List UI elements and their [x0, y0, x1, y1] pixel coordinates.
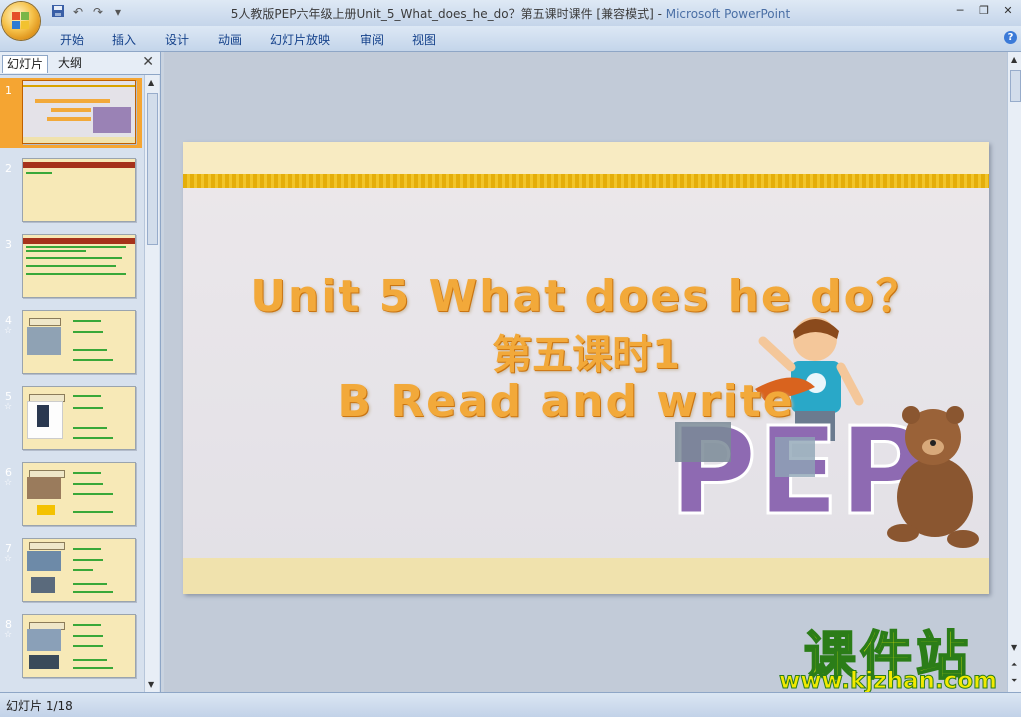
thumbnail-image	[22, 234, 136, 298]
slide-number: 3	[5, 238, 12, 251]
tab-view[interactable]: 视图	[412, 31, 436, 48]
animation-star-icon: ☆	[4, 478, 13, 488]
editor-scrollbar[interactable]: ▲ ▼ ⏶ ⏷	[1007, 52, 1021, 692]
scroll-up-icon[interactable]: ▲	[148, 78, 154, 87]
scroll-thumb[interactable]	[1010, 70, 1021, 102]
slide-thumbnail[interactable]: 3	[0, 232, 142, 302]
thumbnail-image	[22, 80, 136, 144]
tab-outline[interactable]: 大纲	[54, 55, 86, 72]
slide-title-line3[interactable]: B Read and write	[183, 376, 969, 427]
document-title: 5人教版PEP六年级上册Unit_5_What_does_he_do？第五课时课…	[230, 7, 654, 21]
tab-animations[interactable]: 动画	[218, 31, 242, 48]
slide-stripe	[183, 174, 989, 188]
help-icon[interactable]: ?	[1004, 31, 1017, 44]
thumbnail-list: 1 2 3 4 ☆ 5 ☆ 6 ☆ 7 ☆ 8 ☆	[0, 75, 144, 692]
thumbnail-image	[22, 614, 136, 678]
scroll-thumb[interactable]	[147, 93, 158, 245]
tab-slideshow[interactable]: 幻灯片放映	[270, 31, 330, 48]
close-icon[interactable]: ✕	[999, 3, 1017, 19]
tab-insert[interactable]: 插入	[112, 31, 136, 48]
slide-canvas[interactable]: PEP Unit 5 What does he do？ 第五课时1 B Read…	[183, 142, 989, 594]
title-separator: -	[653, 7, 666, 21]
scroll-up-icon[interactable]: ▲	[1011, 55, 1017, 64]
window-controls: ─ ❐ ✕	[951, 3, 1017, 19]
slide-number: 1	[5, 84, 12, 97]
status-bar: 幻灯片 1/18	[0, 692, 1021, 717]
minimize-icon[interactable]: ─	[951, 3, 969, 19]
slide-counter: 幻灯片 1/18	[6, 699, 73, 713]
app-name: Microsoft PowerPoint	[665, 7, 791, 21]
animation-star-icon: ☆	[4, 630, 13, 640]
scroll-down-icon[interactable]: ▼	[148, 680, 154, 689]
tab-slides[interactable]: 幻灯片	[2, 55, 49, 73]
slide-number: 2	[5, 162, 12, 175]
slide-thumbnail[interactable]: 6 ☆	[0, 460, 142, 530]
watermark: 课件站 www.kjzhan.com	[770, 614, 1006, 695]
thumbnail-image	[22, 158, 136, 222]
thumbnail-image	[22, 538, 136, 602]
ribbon: 开始 插入 设计 动画 幻灯片放映 审阅 视图 ?	[0, 26, 1021, 52]
thumbnail-image	[22, 462, 136, 526]
animation-star-icon: ☆	[4, 402, 13, 412]
tab-review[interactable]: 审阅	[360, 31, 384, 48]
slide-thumbnail[interactable]: 8 ☆	[0, 612, 142, 682]
slide-editor: PEP Unit 5 What does he do？ 第五课时1 B Read…	[164, 52, 1007, 692]
slide-top-band	[183, 142, 989, 174]
animation-star-icon: ☆	[4, 554, 13, 564]
slide-title-line1[interactable]: Unit 5 What does he do？	[183, 260, 989, 324]
panel-tabs: 幻灯片 大纲 ✕	[0, 52, 160, 75]
scroll-down-icon[interactable]: ▼	[1011, 643, 1017, 652]
thumbnail-image	[22, 386, 136, 450]
thumbnail-image	[22, 310, 136, 374]
title-bar: ↶ ↷ ▾ 5人教版PEP六年级上册Unit_5_What_does_he_do…	[0, 0, 1021, 26]
watermark-url: www.kjzhan.com	[779, 668, 998, 695]
panel-scrollbar[interactable]: ▲ ▼	[144, 75, 159, 692]
slide-thumbnail[interactable]: 5 ☆	[0, 384, 142, 454]
slide-thumbnail[interactable]: 1	[0, 78, 142, 148]
restore-icon[interactable]: ❐	[975, 3, 993, 19]
close-icon[interactable]: ✕	[142, 54, 154, 70]
office-logo-icon	[12, 12, 30, 30]
tab-design[interactable]: 设计	[165, 31, 189, 48]
next-slide-icon[interactable]: ⏷	[1011, 676, 1017, 686]
slides-panel: 幻灯片 大纲 ✕ 1 2 3 4 ☆ 5 ☆ 6 ☆ 7 ☆ 8 ☆ ▲ ▼	[0, 52, 161, 692]
slide-title-line2[interactable]: 第五课时1	[183, 322, 989, 380]
window-title: 5人教版PEP六年级上册Unit_5_What_does_he_do？第五课时课…	[0, 5, 1021, 22]
tab-home[interactable]: 开始	[60, 31, 84, 48]
slide-thumbnail[interactable]: 7 ☆	[0, 536, 142, 606]
previous-slide-icon[interactable]: ⏶	[1011, 660, 1017, 670]
slide-bottom-band	[183, 558, 989, 594]
slide-thumbnail[interactable]: 2	[0, 156, 142, 226]
office-button[interactable]	[2, 2, 40, 40]
slide-thumbnail[interactable]: 4 ☆	[0, 308, 142, 378]
animation-star-icon: ☆	[4, 326, 13, 336]
